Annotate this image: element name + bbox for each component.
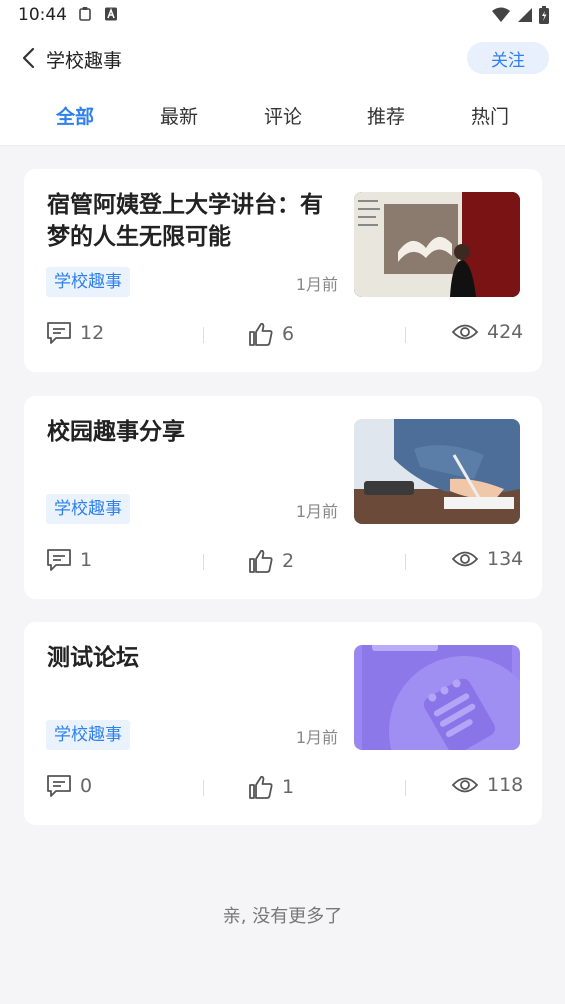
like-count: 1	[282, 776, 295, 798]
comment-icon	[47, 549, 71, 571]
thumbs-up-icon	[249, 549, 273, 573]
divider	[405, 780, 406, 796]
divider	[203, 327, 204, 343]
post-tag[interactable]: 学校趣事	[46, 494, 130, 524]
tab-hot[interactable]: 热门	[450, 102, 530, 129]
status-icons	[491, 6, 549, 24]
like-stat[interactable]: 2	[248, 548, 294, 574]
page-title: 学校趣事	[46, 50, 123, 72]
like-count: 2	[282, 550, 295, 572]
font-icon	[105, 7, 117, 21]
eye-icon	[451, 777, 479, 793]
divider	[405, 327, 406, 343]
post-title[interactable]: 校园趣事分享	[47, 416, 337, 448]
status-time: 10:44	[18, 5, 67, 25]
post-tag[interactable]: 学校趣事	[46, 267, 130, 297]
clipboard-icon	[79, 7, 91, 21]
lecture-photo-icon	[354, 192, 520, 297]
like-stat[interactable]: 1	[248, 774, 294, 800]
tab-bar: 全部 最新 评论 推荐 热门	[0, 96, 565, 136]
nav-bar: 学校趣事 关注	[0, 38, 565, 78]
view-count: 424	[487, 321, 524, 343]
tab-all[interactable]: 全部	[35, 102, 115, 129]
divider	[203, 554, 204, 570]
view-count: 118	[487, 774, 524, 796]
battery-icon	[539, 6, 549, 24]
like-stat[interactable]: 6	[248, 321, 294, 347]
post-date: 1月前	[295, 275, 338, 294]
post-thumbnail[interactable]	[354, 419, 520, 524]
post-title[interactable]: 宿管阿姨登上大学讲台：有梦的人生无限可能	[47, 189, 337, 253]
view-stat: 134	[451, 548, 523, 570]
signal-icon	[518, 8, 532, 22]
divider	[405, 554, 406, 570]
comment-count: 12	[80, 322, 105, 344]
thumbs-up-icon	[249, 775, 273, 799]
comment-icon	[47, 322, 71, 344]
thumbs-up-icon	[249, 322, 273, 346]
post-thumbnail[interactable]	[354, 645, 520, 750]
post-date: 1月前	[295, 502, 338, 521]
view-count: 134	[487, 548, 524, 570]
post-title[interactable]: 测试论坛	[47, 642, 337, 674]
post-tag[interactable]: 学校趣事	[46, 720, 130, 750]
follow-button[interactable]: 关注	[467, 42, 549, 74]
comment-count: 0	[80, 775, 93, 797]
tab-recommended[interactable]: 推荐	[346, 102, 426, 129]
post-card[interactable]: 宿管阿姨登上大学讲台：有梦的人生无限可能 学校趣事 1月前 12 6 424	[24, 169, 542, 372]
post-card[interactable]: 校园趣事分享 学校趣事 1月前 1 2 134	[24, 396, 542, 599]
comment-stat[interactable]: 12	[46, 321, 104, 345]
view-stat: 118	[451, 774, 523, 796]
like-count: 6	[282, 323, 295, 345]
status-bar: 10:44	[0, 0, 565, 30]
notebook-illustration-icon	[354, 645, 520, 750]
tab-comments[interactable]: 评论	[243, 102, 323, 129]
comment-count: 1	[80, 549, 93, 571]
wifi-icon	[492, 7, 510, 22]
divider	[203, 780, 204, 796]
post-card[interactable]: 测试论坛 学校趣事 1月前 0 1 118	[24, 622, 542, 825]
post-date: 1月前	[295, 728, 338, 747]
view-stat: 424	[451, 321, 523, 343]
eye-icon	[451, 551, 479, 567]
comment-icon	[47, 775, 71, 797]
eye-icon	[451, 324, 479, 340]
end-of-list-text: 亲, 没有更多了	[222, 906, 343, 927]
post-thumbnail[interactable]	[354, 192, 520, 297]
tab-latest[interactable]: 最新	[139, 102, 219, 129]
comment-stat[interactable]: 0	[46, 774, 92, 798]
back-arrow-icon[interactable]	[20, 46, 40, 70]
header-area: 10:44 学校趣事 关注 全部 最新 评论 推荐 热门	[0, 0, 565, 146]
comment-stat[interactable]: 1	[46, 548, 92, 572]
student-writing-photo-icon	[354, 419, 520, 524]
